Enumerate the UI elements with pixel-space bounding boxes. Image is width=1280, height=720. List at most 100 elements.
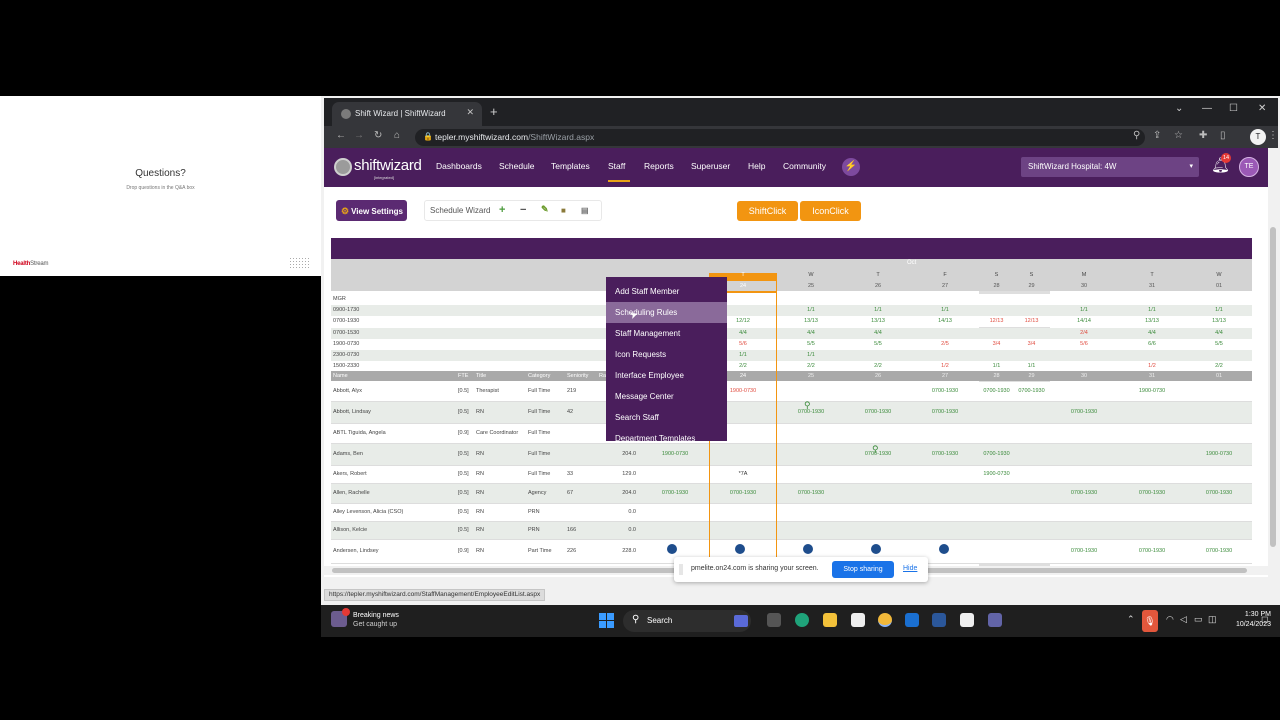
url-input[interactable]: 🔒 tepler.myshiftwizard.com/ShiftWizard.a… — [415, 129, 1145, 146]
minimize-icon[interactable]: — — [1202, 103, 1212, 114]
browser-tab[interactable]: Shift Wizard | ShiftWizard ✕ — [332, 102, 482, 128]
shift-cell[interactable]: 0700-1930 — [1050, 548, 1118, 554]
phone-icon[interactable]: ◫ — [1208, 614, 1217, 625]
view-settings-button[interactable]: ⚙ View Settings — [336, 200, 407, 221]
browser-menu-icon[interactable]: ⋮ — [1268, 130, 1278, 141]
shift-cell[interactable]: 1900-0730 — [1185, 451, 1252, 457]
shift-cell[interactable]: 0700-1930 — [911, 409, 979, 415]
pin-icon[interactable]: ⚲ — [804, 400, 811, 411]
taskbar-search[interactable]: ⚲ Search — [623, 610, 751, 632]
shift-cell[interactable]: 0700-1930 — [1050, 409, 1118, 415]
add-icon[interactable]: + — [499, 204, 505, 216]
shiftclick-button[interactable]: ShiftClick — [737, 201, 798, 221]
menu-scheduling-rules[interactable]: Scheduling Rules — [606, 302, 727, 323]
news-title[interactable]: Breaking news — [353, 612, 399, 619]
profile-icon[interactable]: T — [1250, 129, 1266, 145]
outlook-icon[interactable] — [905, 613, 919, 627]
column-header[interactable]: Title — [476, 373, 486, 379]
shift-cell[interactable]: 0700-1930 — [911, 388, 979, 394]
menu-search-staff[interactable]: Search Staff — [606, 407, 727, 428]
staff-name[interactable]: Akers, Robert — [333, 471, 367, 477]
globe-icon[interactable] — [667, 544, 677, 554]
tab-search-icon[interactable]: ⌄ — [1175, 103, 1183, 114]
menu-add-staff-member[interactable]: Add Staff Member — [606, 281, 727, 302]
staff-name[interactable]: Allen, Rachelle — [333, 490, 370, 496]
shift-cell[interactable]: 0700-1930 — [641, 490, 709, 496]
edge-icon[interactable] — [795, 613, 809, 627]
new-tab-icon[interactable]: + — [490, 104, 498, 119]
volume-icon[interactable]: ◁ — [1180, 614, 1187, 625]
close-window-icon[interactable]: ✕ — [1258, 103, 1266, 114]
vertical-scrollbar[interactable] — [1268, 187, 1278, 577]
scrollbar-thumb[interactable] — [1270, 227, 1276, 547]
snipping-icon[interactable] — [960, 613, 974, 627]
document-icon[interactable]: ▤ — [581, 206, 589, 215]
shift-cell[interactable]: 0700-1930 — [777, 409, 845, 415]
drag-grip-icon[interactable] — [679, 564, 683, 575]
nav-community[interactable]: Community — [783, 161, 826, 171]
staff-name[interactable]: Andersen, Lindsey — [333, 548, 379, 554]
briefcase-icon[interactable]: ■ — [561, 206, 566, 215]
wifi-icon[interactable]: ◠ — [1166, 614, 1174, 625]
staff-name[interactable]: Abbott, Lindsay — [333, 409, 371, 415]
menu-department-templates[interactable]: Department Templates — [606, 428, 727, 449]
menu-interface-employee[interactable]: Interface Employee — [606, 365, 727, 386]
file-explorer-icon[interactable] — [823, 613, 837, 627]
nav-dashboards[interactable]: Dashboards — [436, 161, 482, 171]
nav-reports[interactable]: Reports — [644, 161, 674, 171]
edit-pencil-icon[interactable]: ✎ — [541, 204, 549, 215]
windows-start-icon[interactable] — [599, 613, 614, 628]
hospital-selector[interactable]: ShiftWizard Hospital: 4W ▾ — [1021, 157, 1199, 177]
staff-name[interactable]: Abbott, Alyx — [333, 388, 362, 394]
shift-cell[interactable]: 0700-1930 — [1050, 490, 1118, 496]
column-header[interactable]: Category — [528, 373, 550, 379]
close-tab-icon[interactable]: ✕ — [466, 107, 474, 118]
side-panel-icon[interactable]: ▯ — [1220, 130, 1226, 141]
shift-cell[interactable]: 0700-1930 — [1014, 388, 1049, 394]
shift-cell[interactable]: 0700-1930 — [979, 388, 1014, 394]
globe-icon[interactable] — [803, 544, 813, 554]
avatar[interactable]: TE — [1239, 157, 1259, 177]
nav-staff[interactable]: Staff — [608, 161, 625, 171]
back-icon[interactable]: ← — [336, 130, 346, 141]
shift-cell[interactable]: 0700-1930 — [911, 451, 979, 457]
task-view-icon[interactable] — [767, 613, 781, 627]
nav-help[interactable]: Help — [748, 161, 765, 171]
globe-icon[interactable] — [939, 544, 949, 554]
menu-staff-management[interactable]: Staff Management — [606, 323, 727, 344]
teams-icon[interactable] — [988, 613, 1002, 627]
store-icon[interactable] — [851, 613, 865, 627]
remove-icon[interactable]: − — [520, 204, 526, 216]
shift-cell[interactable]: 0700-1930 — [979, 451, 1014, 457]
shift-cell[interactable]: 0700-1930 — [844, 409, 912, 415]
iconclick-button[interactable]: IconClick — [800, 201, 861, 221]
shift-cell[interactable]: 1900-0730 — [1118, 388, 1186, 394]
shift-cell[interactable]: 0700-1930 — [1118, 490, 1186, 496]
reload-icon[interactable]: ↻ — [374, 130, 382, 141]
chevron-up-icon[interactable]: ⌃ — [1127, 614, 1135, 625]
share-icon[interactable]: ⇪ — [1153, 130, 1161, 141]
staff-name[interactable]: Adams, Ben — [333, 451, 363, 457]
notifications-icon[interactable]: ◻ — [1261, 614, 1268, 625]
staff-name[interactable]: Allison, Kelcie — [333, 527, 367, 533]
menu-message-center[interactable]: Message Center — [606, 386, 727, 407]
zoom-icon[interactable]: ⚲ — [1133, 130, 1140, 141]
column-header[interactable]: Name — [333, 373, 348, 379]
shift-cell[interactable]: 1900-0730 — [641, 451, 709, 457]
column-header[interactable]: FTE — [458, 373, 468, 379]
staff-name[interactable]: Alley Levenson, Alicia (CSO) — [333, 509, 403, 515]
word-icon[interactable] — [932, 613, 946, 627]
hide-link[interactable]: Hide — [903, 565, 917, 572]
nav-templates[interactable]: Templates — [551, 161, 590, 171]
shift-cell[interactable]: 0700-1930 — [1118, 548, 1186, 554]
shift-cell[interactable]: 0700-1930 — [777, 490, 845, 496]
bookmark-star-icon[interactable]: ☆ — [1174, 130, 1183, 141]
column-header[interactable]: Seniority — [567, 373, 588, 379]
extensions-icon[interactable]: ✚ — [1199, 130, 1207, 141]
staff-name[interactable]: ABTL Tiguida, Angela — [333, 430, 386, 436]
battery-icon[interactable]: ▭ — [1194, 614, 1203, 625]
forward-icon[interactable]: → — [354, 130, 364, 141]
shift-cell[interactable]: 0700-1930 — [1185, 548, 1252, 554]
globe-icon[interactable] — [871, 544, 881, 554]
pin-icon[interactable]: ⚲ — [872, 444, 879, 455]
